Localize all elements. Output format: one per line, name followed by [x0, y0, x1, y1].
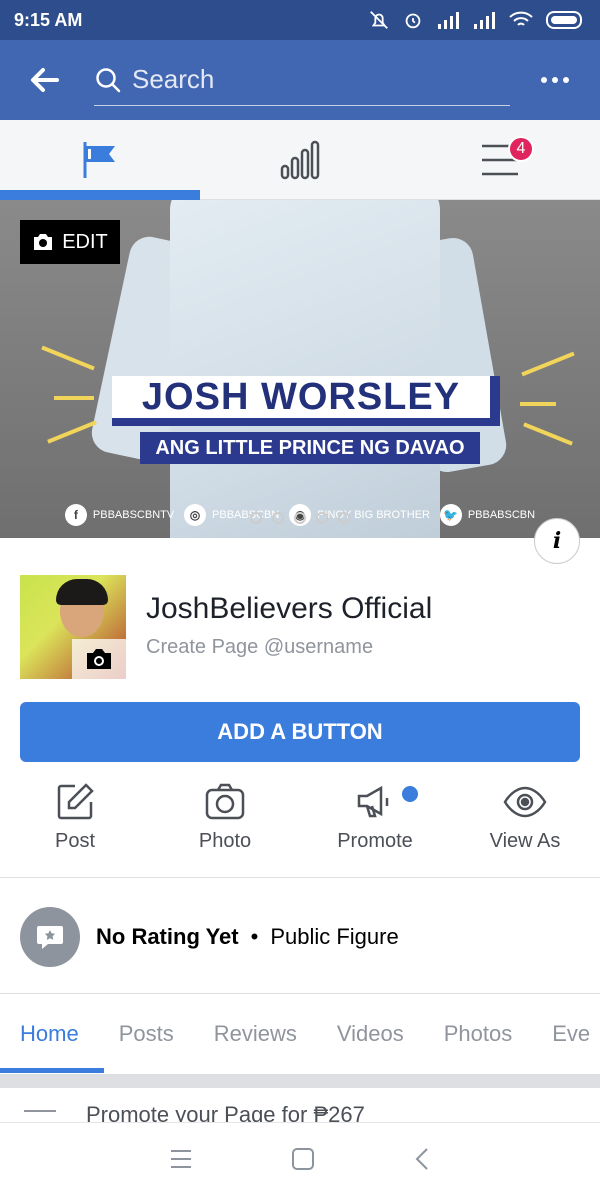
- menu-lines-icon: [171, 1150, 191, 1168]
- rating-status: No Rating Yet: [96, 923, 239, 949]
- tab-photos[interactable]: Photos: [444, 1021, 513, 1047]
- tab-active-indicator: [0, 190, 200, 200]
- info-button[interactable]: i: [534, 518, 580, 564]
- recent-apps-button[interactable]: [169, 1149, 193, 1174]
- chat-star-icon: [37, 925, 63, 949]
- home-button[interactable]: [291, 1147, 315, 1176]
- search-placeholder: Search: [132, 64, 215, 94]
- twitter-icon: 🐦: [439, 504, 462, 526]
- signal-icon: [438, 12, 459, 29]
- section-divider: [0, 1074, 600, 1088]
- page-tab-active-indicator: [0, 1068, 104, 1073]
- cover-subtitle-banner: ANG LITTLE PRINCE NG DAVAO: [140, 432, 480, 464]
- back-button[interactable]: [0, 40, 90, 120]
- alarm-off-icon: [370, 11, 388, 29]
- cover-subtitle: ANG LITTLE PRINCE NG DAVAO: [155, 436, 465, 459]
- social-item: 🐦 PBBABSCBN: [439, 504, 536, 526]
- info-icon: i: [552, 528, 562, 554]
- profile-hair: [56, 579, 108, 605]
- tab-posts[interactable]: Posts: [119, 1021, 174, 1047]
- tab-insights[interactable]: [200, 120, 400, 199]
- tab-events[interactable]: Eve: [552, 1021, 590, 1047]
- social-label: PBBABSCBN: [467, 509, 536, 521]
- rating-separator: •: [250, 923, 259, 949]
- edit-icon: [57, 783, 94, 820]
- promote-notification-dot: [402, 786, 418, 802]
- camera-icon: [205, 783, 245, 820]
- tab-menu[interactable]: 4: [400, 120, 600, 199]
- page-actions: Post Photo Promote View As: [0, 782, 600, 878]
- wifi-icon: [509, 11, 533, 26]
- camera-icon: [34, 234, 53, 250]
- action-label: Post: [54, 830, 96, 852]
- tab-page[interactable]: [0, 120, 200, 199]
- eye-icon: [503, 786, 547, 818]
- more-icon: [541, 77, 569, 83]
- cover-ray: [521, 351, 575, 377]
- action-promote[interactable]: Promote: [300, 782, 450, 877]
- action-label: Promote: [337, 830, 413, 852]
- tab-reviews[interactable]: Reviews: [214, 1021, 297, 1047]
- profile-picture[interactable]: [20, 575, 126, 679]
- cover-figure-shirt: [170, 200, 440, 538]
- facebook-icon: f: [64, 504, 87, 526]
- carousel-dots: [250, 512, 350, 524]
- rating-row[interactable]: No Rating Yet • Public Figure: [0, 880, 600, 994]
- search-input[interactable]: Search: [94, 54, 510, 106]
- carousel-dot: [250, 512, 262, 524]
- app-bar: Search: [0, 40, 600, 120]
- edit-cover-button[interactable]: EDIT: [20, 220, 120, 264]
- chevron-left-icon: [415, 1148, 428, 1170]
- system-nav-bar: [0, 1122, 600, 1200]
- cover-ray: [41, 345, 95, 371]
- back-arrow-icon: [31, 68, 59, 92]
- megaphone-icon: [357, 785, 389, 818]
- status-time: 9:15 AM: [14, 9, 83, 30]
- action-photo[interactable]: Photo: [150, 782, 300, 877]
- instagram-icon: ◎: [184, 504, 207, 526]
- cover-ray: [520, 402, 556, 406]
- system-back-button[interactable]: [413, 1147, 431, 1176]
- carousel-dot: [316, 512, 328, 524]
- status-icons: [368, 9, 586, 31]
- cover-ray: [523, 422, 573, 446]
- page-name: JoshBelievers Official: [146, 592, 433, 625]
- more-options-button[interactable]: [510, 40, 600, 120]
- camera-icon: [87, 649, 111, 669]
- action-label: View As: [489, 830, 561, 852]
- add-a-button[interactable]: ADD A BUTTON: [20, 702, 580, 762]
- social-item: f PBBABSCBNTV: [64, 504, 175, 526]
- signal-icon-2: [474, 12, 495, 29]
- carousel-dot: [272, 512, 284, 524]
- tab-videos[interactable]: Videos: [337, 1021, 404, 1047]
- flag-icon: [83, 141, 115, 178]
- action-label: Photo: [198, 830, 252, 852]
- tab-home[interactable]: Home: [20, 1021, 79, 1047]
- promote-peek-icon: [24, 1110, 56, 1122]
- notification-badge: 4: [508, 136, 534, 162]
- page-category: Public Figure: [270, 923, 399, 949]
- cover-ray: [54, 396, 94, 400]
- social-label: PBBABSCBNTV: [92, 509, 175, 521]
- search-icon: [96, 67, 121, 92]
- battery-icon: [546, 11, 582, 29]
- alarm-icon: [405, 13, 421, 29]
- cover-title: JOSH WORSLEY: [141, 375, 461, 418]
- carousel-dot: [294, 512, 306, 524]
- square-icon: [292, 1148, 314, 1170]
- change-profile-photo-button[interactable]: [72, 639, 126, 679]
- edit-label: EDIT: [62, 230, 108, 253]
- status-bar: 9:15 AM: [0, 0, 600, 40]
- cover-title-banner: JOSH WORSLEY: [112, 376, 500, 426]
- page-tabs: Home Posts Reviews Videos Photos Eve: [0, 994, 600, 1074]
- create-username-link[interactable]: Create Page @username: [146, 636, 373, 659]
- carousel-dot: [338, 512, 350, 524]
- rating-icon: [20, 906, 80, 967]
- cover-ray: [47, 420, 97, 444]
- top-tab-bar: 4: [0, 120, 600, 200]
- action-view-as[interactable]: View As: [450, 782, 600, 877]
- bar-chart-icon: [280, 140, 320, 179]
- action-post[interactable]: Post: [0, 782, 150, 877]
